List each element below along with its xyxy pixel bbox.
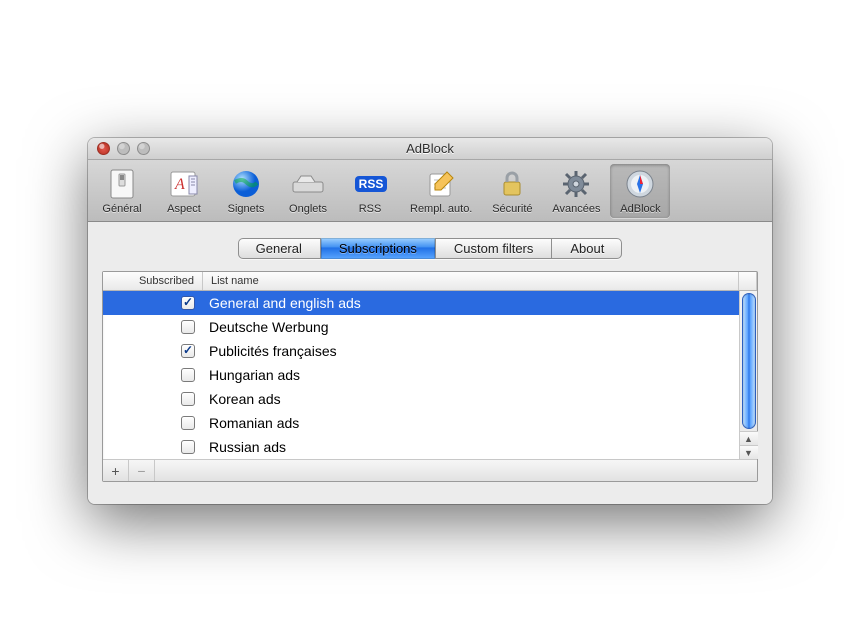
preferences-window: AdBlock Général A Aspect Signets Onglets [88,138,772,504]
toolbar-item-general[interactable]: Général [92,164,152,218]
table-row[interactable]: Korean ads [103,387,739,411]
tab-subscriptions[interactable]: Subscriptions [321,238,436,259]
toolbar-item-autofill[interactable]: Rempl. auto. [402,164,480,218]
toolbar-item-tabs[interactable]: Onglets [278,164,338,218]
rss-icon: RSS [353,167,387,201]
lock-icon [495,167,529,201]
table-footer: + − [103,459,757,481]
toolbar-item-security[interactable]: Sécurité [482,164,542,218]
scroll-thumb[interactable] [743,294,755,428]
list-name-cell: Publicités françaises [203,343,739,359]
list-name-cell: Russian ads [203,439,739,455]
table-row[interactable]: Publicités françaises [103,339,739,363]
list-name-cell: Romanian ads [203,415,739,431]
preferences-toolbar: Général A Aspect Signets Onglets RSS RSS [88,160,772,222]
minimize-button[interactable] [117,142,130,155]
globe-icon [229,167,263,201]
column-scroll-spacer [739,272,757,290]
subscribe-checkbox[interactable] [181,296,195,310]
toolbar-label: RSS [359,203,382,215]
subscribe-checkbox[interactable] [181,416,195,430]
subscriptions-table: Subscribed List name General and english… [102,271,758,482]
toolbar-label: Sécurité [492,203,532,215]
list-name-cell: Korean ads [203,391,739,407]
table-row[interactable]: Deutsche Werbung [103,315,739,339]
autofill-icon [424,167,458,201]
subscribe-checkbox[interactable] [181,368,195,382]
traffic-lights [97,142,150,155]
add-button[interactable]: + [103,460,129,481]
toolbar-label: Aspect [167,203,201,215]
gear-icon [559,167,593,201]
toolbar-item-rss[interactable]: RSS RSS [340,164,400,218]
table-row[interactable]: General and english ads [103,291,739,315]
subscribe-checkbox[interactable] [181,344,195,358]
list-name-cell: General and english ads [203,295,739,311]
table-row[interactable]: Russian ads [103,435,739,459]
tabs-icon [291,167,325,201]
table-header: Subscribed List name [103,272,757,291]
column-subscribed[interactable]: Subscribed [103,272,203,290]
toolbar-label: Avancées [552,203,600,215]
compass-icon [623,167,657,201]
subscribe-checkbox[interactable] [181,440,195,454]
appearance-icon: A [167,167,201,201]
subscribe-checkbox[interactable] [181,392,195,406]
table-rows: General and english ads Deutsche Werbung… [103,291,739,459]
switch-icon [105,167,139,201]
subscribe-checkbox[interactable] [181,320,195,334]
scroll-up-arrow-icon[interactable]: ▲ [740,431,758,445]
toolbar-item-bookmarks[interactable]: Signets [216,164,276,218]
tab-custom-filters[interactable]: Custom filters [436,238,552,259]
toolbar-item-adblock[interactable]: AdBlock [610,164,670,218]
remove-button[interactable]: − [129,460,155,481]
zoom-button[interactable] [137,142,150,155]
table-row[interactable]: Romanian ads [103,411,739,435]
toolbar-label: Signets [228,203,265,215]
toolbar-label: Rempl. auto. [410,203,472,215]
svg-text:RSS: RSS [359,177,384,191]
tab-general[interactable]: General [238,238,321,259]
toolbar-item-aspect[interactable]: A Aspect [154,164,214,218]
close-button[interactable] [97,142,110,155]
window-title: AdBlock [406,141,454,156]
list-name-cell: Hungarian ads [203,367,739,383]
toolbar-item-advanced[interactable]: Avancées [544,164,608,218]
pane-body: General Subscriptions Custom filters Abo… [88,222,772,504]
scroll-down-arrow-icon[interactable]: ▼ [740,445,758,459]
table-row[interactable]: Hungarian ads [103,363,739,387]
column-listname[interactable]: List name [203,272,739,290]
titlebar: AdBlock [88,138,772,160]
vertical-scrollbar[interactable]: ▲ ▼ [739,291,757,459]
subtabs: General Subscriptions Custom filters Abo… [102,238,758,259]
toolbar-label: Général [102,203,141,215]
list-name-cell: Deutsche Werbung [203,319,739,335]
toolbar-label: AdBlock [620,203,660,215]
toolbar-label: Onglets [289,203,327,215]
svg-text:A: A [174,176,185,193]
tab-about[interactable]: About [552,238,622,259]
